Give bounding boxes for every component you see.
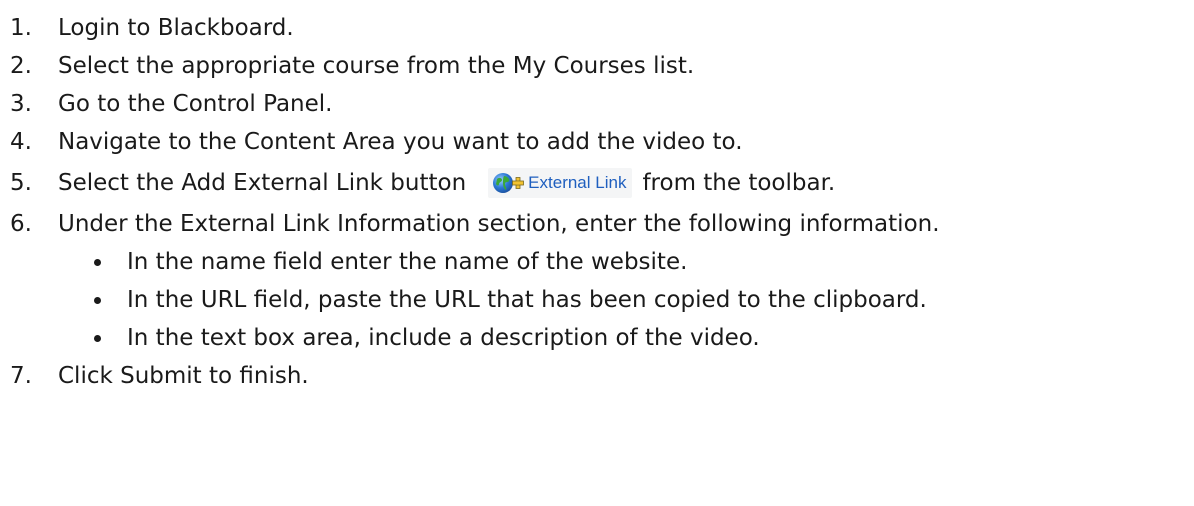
step-text: Go to the Control Panel. [58, 91, 333, 117]
step-text-after: from the toolbar. [642, 170, 836, 196]
sub-step-text: In the URL field, paste the URL that has… [127, 287, 927, 313]
step-number: 5. [10, 170, 32, 196]
step-number: 1. [10, 15, 32, 41]
step-text: Click Submit to finish. [58, 363, 309, 389]
step-number: 3. [10, 91, 32, 117]
sub-step-2: In the URL field, paste the URL that has… [10, 281, 940, 319]
step-7: 7. Click Submit to finish. [10, 357, 940, 395]
step-1: 1. Login to Blackboard. [10, 9, 940, 47]
external-link-label: External Link [528, 173, 627, 192]
step-number: 7. [10, 363, 32, 389]
step-number: 2. [10, 53, 32, 79]
sub-step-text: In the text box area, include a descript… [127, 325, 760, 351]
sub-step-3: In the text box area, include a descript… [10, 319, 940, 357]
bullet-icon [94, 334, 101, 342]
sub-step-text: In the name field enter the name of the … [127, 249, 688, 275]
globe-icon [493, 173, 514, 193]
plus-icon [512, 177, 525, 189]
step-2: 2. Select the appropriate course from th… [10, 47, 940, 85]
step-text: Under the External Link Information sect… [58, 211, 940, 237]
step-6: 6. Under the External Link Information s… [10, 205, 940, 243]
step-3: 3. Go to the Control Panel. [10, 85, 940, 123]
external-link-button[interactable]: External Link [488, 168, 633, 198]
step-number: 6. [10, 211, 32, 237]
sub-step-list: In the name field enter the name of the … [10, 243, 940, 357]
step-5: 5. Select the Add External Link button E… [10, 161, 940, 205]
bullet-icon [94, 258, 101, 266]
step-text: Navigate to the Content Area you want to… [58, 129, 743, 155]
step-4: 4. Navigate to the Content Area you want… [10, 123, 940, 161]
step-text: Select the appropriate course from the M… [58, 53, 695, 79]
step-text: Login to Blackboard. [58, 15, 294, 41]
instruction-list: 1. Login to Blackboard. 2. Select the ap… [10, 9, 940, 395]
step-number: 4. [10, 129, 32, 155]
step-text-before: Select the Add External Link button [58, 170, 467, 196]
bullet-icon [94, 296, 101, 304]
sub-step-1: In the name field enter the name of the … [10, 243, 940, 281]
